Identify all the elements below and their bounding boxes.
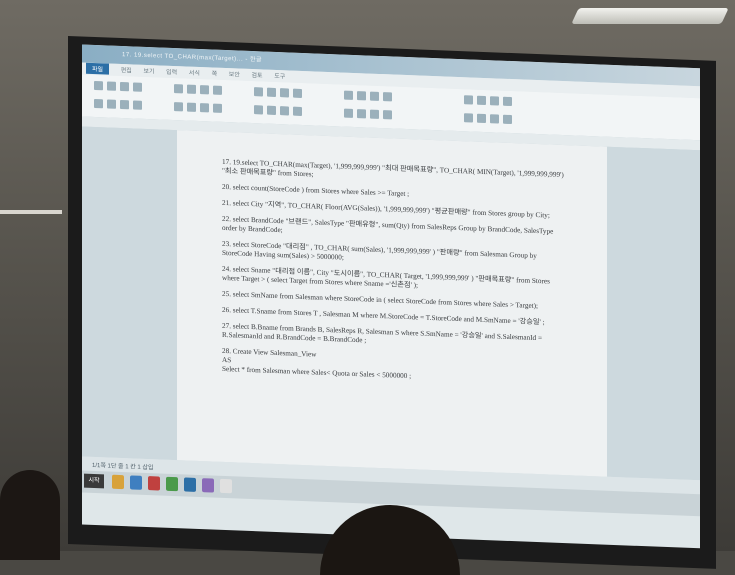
app-icon[interactable] [166, 476, 178, 492]
menu-page[interactable]: 쪽 [212, 69, 218, 78]
projected-desktop: 17. 19.select TO_CHAR(max(Target)... - 한… [82, 44, 700, 549]
status-text: 1/1쪽 1단 줄 1 칸 1 삽입 [92, 462, 154, 472]
media-icon[interactable] [148, 476, 160, 491]
projection-screen: 17. 19.select TO_CHAR(max(Target)... - 한… [68, 36, 716, 569]
audience-head-left [0, 470, 60, 560]
menu-review[interactable]: 검토 [252, 70, 263, 79]
ribbon-group-paragraph[interactable] [252, 85, 312, 117]
menu-format[interactable]: 서식 [189, 68, 200, 77]
browser-icon[interactable] [130, 475, 142, 490]
file-tab[interactable]: 파일 [86, 62, 110, 75]
app-icon[interactable] [202, 478, 214, 493]
folder-icon[interactable] [112, 474, 124, 490]
document-page[interactable]: 17. 19.select TO_CHAR(max(Target), '1,99… [177, 130, 607, 477]
menu-security[interactable]: 보안 [229, 69, 240, 78]
ribbon-group-clipboard[interactable] [92, 79, 152, 111]
app-icon[interactable] [220, 478, 232, 494]
ribbon-group-insert[interactable] [462, 93, 522, 125]
document-area: 17. 19.select TO_CHAR(max(Target), '1,99… [82, 126, 700, 481]
start-button[interactable]: 시작 [84, 473, 104, 489]
wall-trim [0, 210, 62, 214]
hwp-icon[interactable] [184, 477, 196, 492]
menu-edit[interactable]: 편집 [121, 65, 132, 74]
ribbon-group-font[interactable] [172, 82, 232, 114]
menu-view[interactable]: 보기 [143, 66, 154, 75]
ribbon-group-styles[interactable] [342, 89, 402, 121]
window-title: 17. 19.select TO_CHAR(max(Target)... - 한… [122, 52, 263, 64]
menu-insert[interactable]: 입력 [166, 67, 177, 76]
document-text: 17. 19.select TO_CHAR(max(Target), '1,99… [222, 158, 567, 387]
ceiling-light [571, 8, 729, 24]
menu-tools[interactable]: 도구 [274, 71, 285, 80]
